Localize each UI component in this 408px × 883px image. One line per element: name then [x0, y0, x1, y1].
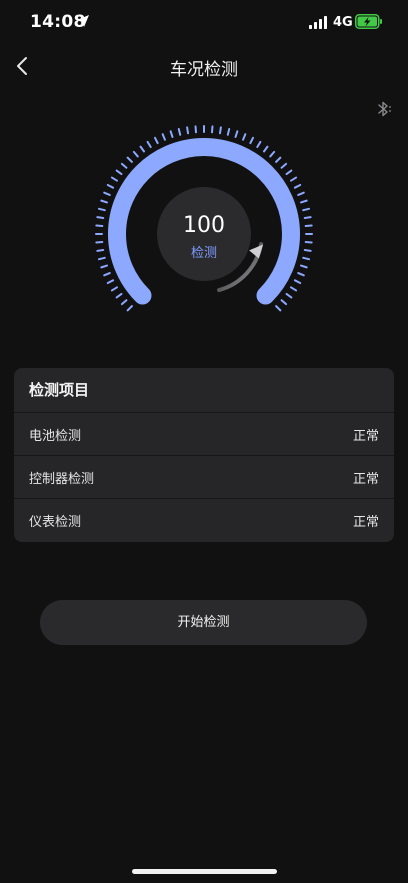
gauge-label: 检测 [190, 246, 217, 261]
gauge-tick [300, 199, 308, 204]
gauge-tick [293, 279, 302, 285]
start-detection-button[interactable]: 开始检测 [40, 600, 367, 645]
gauge-tick [303, 248, 312, 252]
gauge-tick [269, 150, 276, 158]
gauge-tick [120, 162, 128, 169]
gauge-tick [97, 256, 106, 261]
gauge-tick [100, 199, 108, 204]
gauge-tick [177, 127, 182, 136]
check-items-card: 检测项目 电池检测 正常 控制器检测 正常 仪表检测 正常 [14, 368, 394, 542]
gauge-tick [120, 299, 128, 306]
detection-gauge [95, 125, 313, 312]
gauge-tick [106, 279, 115, 285]
gauge-tick [297, 272, 305, 277]
gauge-tick [289, 286, 298, 292]
gauge-tick [275, 156, 282, 163]
check-item-name: 仪表检测 [29, 514, 82, 530]
gauge-tick [115, 292, 123, 299]
gauge-tick [96, 216, 105, 220]
gauge-tick [97, 207, 106, 212]
gauge-tick [303, 216, 312, 220]
gauge-tick [280, 162, 288, 169]
gauge-score: 100 [183, 213, 225, 238]
gauge-tick [242, 133, 247, 141]
gauge-tick [293, 183, 302, 189]
gauge-tick [153, 136, 159, 145]
gauge-tick [302, 207, 311, 212]
check-item-battery: 电池检测 正常 [14, 413, 394, 456]
gauge-tick [297, 191, 305, 196]
gauge-tick [126, 305, 133, 312]
gauge-tick [132, 150, 139, 158]
check-item-status: 正常 [352, 514, 379, 530]
check-item-controller: 控制器检测 正常 [14, 456, 394, 499]
gauge-tick [280, 299, 288, 306]
gauge-tick [106, 183, 115, 189]
gauge-tick [285, 169, 293, 176]
gauge-tick [249, 136, 255, 145]
card-header: 检测项目 [14, 368, 394, 413]
gauge-tick [275, 305, 282, 312]
gauge-tick [96, 248, 105, 252]
gauge-tick [289, 176, 298, 182]
gauge-tick [103, 191, 111, 196]
gauge-tick [103, 272, 111, 277]
gauge-tick [226, 127, 231, 136]
gauge-tick [256, 140, 262, 149]
gauge-tick [110, 176, 119, 182]
check-item-status: 正常 [352, 428, 379, 444]
gauge-tick [186, 126, 190, 135]
gauge-tick [169, 130, 174, 138]
check-item-status: 正常 [352, 471, 379, 487]
check-item-name: 控制器检测 [29, 471, 95, 487]
gauge-tick [300, 264, 308, 269]
check-item-name: 电池检测 [29, 428, 82, 444]
gauge-tick [262, 145, 269, 153]
gauge-tick [302, 256, 311, 261]
gauge-tick [161, 133, 166, 141]
gauge-tick [234, 130, 239, 138]
gauge-tick [146, 140, 152, 149]
gauge-tick [218, 126, 222, 135]
gauge-tick [285, 292, 293, 299]
gauge-tick [126, 156, 133, 163]
gauge-tick [100, 264, 108, 269]
gauge-tick [139, 145, 146, 153]
gauge-tick [110, 286, 119, 292]
home-indicator[interactable] [132, 869, 277, 874]
check-item-meter: 仪表检测 正常 [14, 499, 394, 541]
gauge-tick [115, 169, 123, 176]
